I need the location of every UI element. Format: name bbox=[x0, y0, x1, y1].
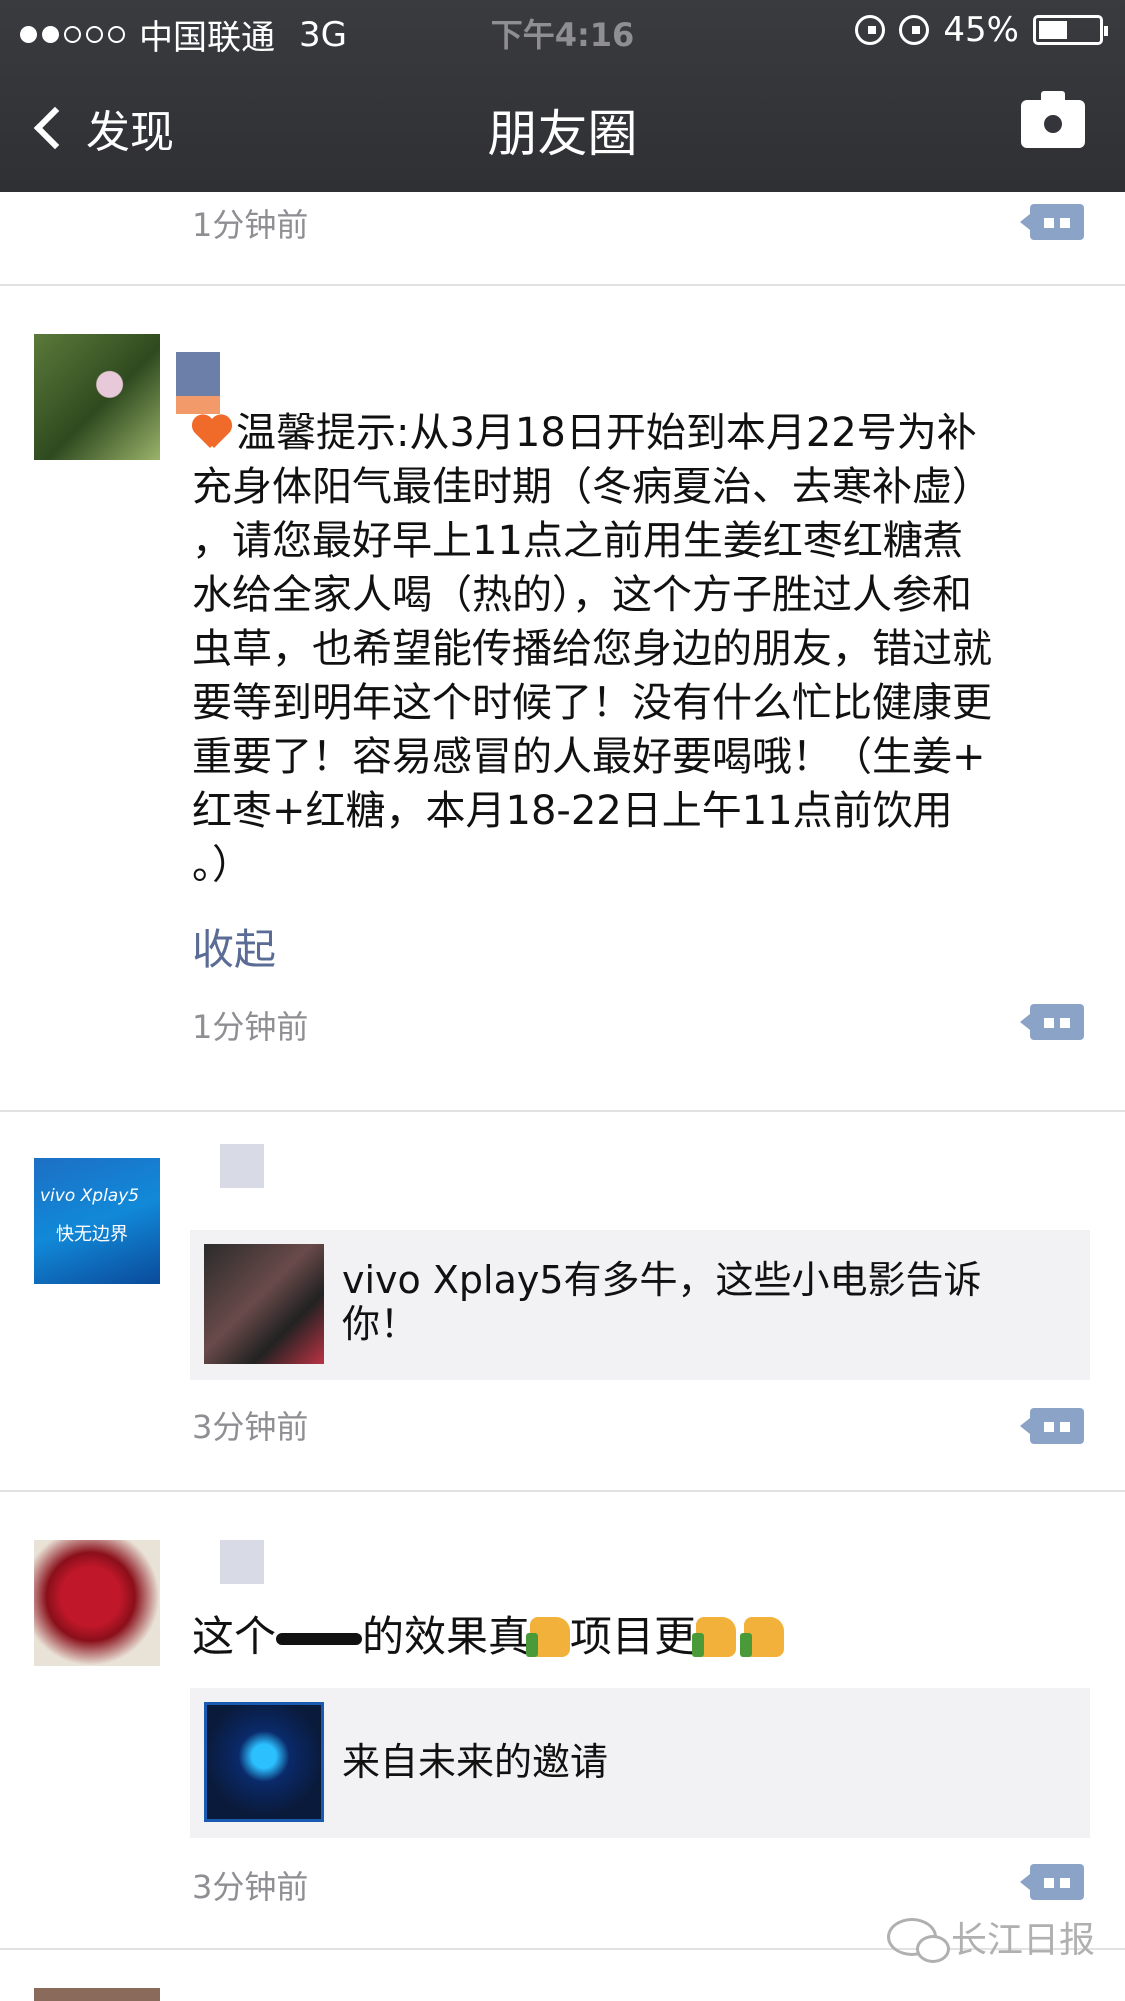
divider bbox=[0, 284, 1125, 286]
redaction-mark bbox=[276, 1633, 363, 1645]
text-line: 水给全家人喝（热的），这个方子胜过人参和 bbox=[192, 572, 972, 618]
text-line: 充身体阳气最佳时期（冬病夏治、去寒补虚） bbox=[192, 464, 992, 510]
text-line: 温馨提示:从3月18日开始到本月22号为补 bbox=[192, 406, 1097, 460]
post-text: 温馨提示:从3月18日开始到本月22号为补 充身体阳气最佳时期（冬病夏治、去寒补… bbox=[192, 406, 1097, 892]
avatar-caption: 快无边界 bbox=[56, 1224, 128, 1245]
link-thumbnail bbox=[204, 1244, 324, 1364]
status-right: 45% bbox=[855, 10, 1108, 50]
link-title: vivo Xplay5有多牛，这些小电影告诉 你！ bbox=[342, 1258, 982, 1346]
page-title: 朋友圈 bbox=[487, 105, 638, 163]
thumbs-up-icon bbox=[740, 1617, 785, 1657]
user-name-placeholder[interactable] bbox=[220, 1540, 264, 1584]
camera-icon[interactable] bbox=[1021, 91, 1085, 148]
post-text: 这个 的效果真 项目更 bbox=[192, 1610, 1097, 1664]
comment-button[interactable] bbox=[1020, 1408, 1084, 1444]
avatar[interactable] bbox=[34, 1988, 160, 2001]
rotation-lock-icon bbox=[855, 15, 886, 45]
battery-icon bbox=[1033, 15, 1108, 45]
text-line: 重要了！容易感冒的人最好要喝哦！（生姜+ bbox=[192, 734, 986, 780]
watermark: 长江日报 bbox=[886, 1911, 1095, 1963]
user-name-placeholder[interactable] bbox=[220, 1144, 264, 1188]
link-card[interactable]: vivo Xplay5有多牛，这些小电影告诉 你！ bbox=[190, 1230, 1090, 1380]
status-bar: 中国联通 3G 下午4:16 45% bbox=[0, 0, 1125, 60]
post-time: 1分钟前 bbox=[192, 1008, 309, 1046]
link-card[interactable]: 来自未来的邀请 bbox=[190, 1688, 1090, 1838]
text-line: 要等到明年这个时候了！没有什么忙比健康更 bbox=[192, 680, 992, 726]
thumbs-up-icon bbox=[692, 1617, 737, 1657]
nav-bar: 发现 朋友圈 bbox=[0, 60, 1125, 192]
comment-button[interactable] bbox=[1020, 1864, 1084, 1900]
user-name-placeholder[interactable] bbox=[176, 352, 220, 396]
battery-percent: 45% bbox=[943, 10, 1019, 50]
link-thumbnail bbox=[204, 1702, 324, 1822]
text-line: 红枣+红糖，本月18-22日上午11点前饮用 bbox=[192, 788, 953, 834]
text-line: 。） bbox=[192, 842, 252, 888]
collapse-link[interactable]: 收起 bbox=[192, 916, 276, 977]
wechat-icon bbox=[886, 1918, 950, 1963]
avatar[interactable] bbox=[34, 334, 160, 460]
text-line: ，请您最好早上11点之前用生姜红枣红糖煮 bbox=[192, 518, 963, 564]
divider bbox=[0, 1490, 1125, 1492]
alarm-icon bbox=[899, 15, 930, 45]
top-bar: 中国联通 3G 下午4:16 45% 发现 朋友圈 bbox=[0, 0, 1125, 192]
text-line: 虫草，也希望能传播给您身边的朋友，错过就 bbox=[192, 626, 992, 672]
avatar-caption: vivo Xplay5 bbox=[40, 1186, 140, 1206]
comment-button[interactable] bbox=[1020, 204, 1084, 240]
post-time: 1分钟前 bbox=[192, 206, 309, 244]
link-title: 来自未来的邀请 bbox=[342, 1740, 609, 1784]
avatar[interactable]: vivo Xplay5 快无边界 bbox=[34, 1158, 160, 1284]
post-time: 3分钟前 bbox=[192, 1408, 309, 1446]
heart-icon bbox=[192, 416, 232, 450]
avatar[interactable] bbox=[34, 1540, 160, 1666]
moments-feed[interactable]: 1分钟前 温馨提示:从3月18日开始到本月22号为补 充身体阳气最佳时期（冬病夏… bbox=[0, 192, 1125, 2001]
comment-button[interactable] bbox=[1020, 1004, 1084, 1040]
post-time: 3分钟前 bbox=[192, 1868, 309, 1906]
thumbs-up-icon bbox=[526, 1617, 571, 1657]
divider bbox=[0, 1110, 1125, 1112]
